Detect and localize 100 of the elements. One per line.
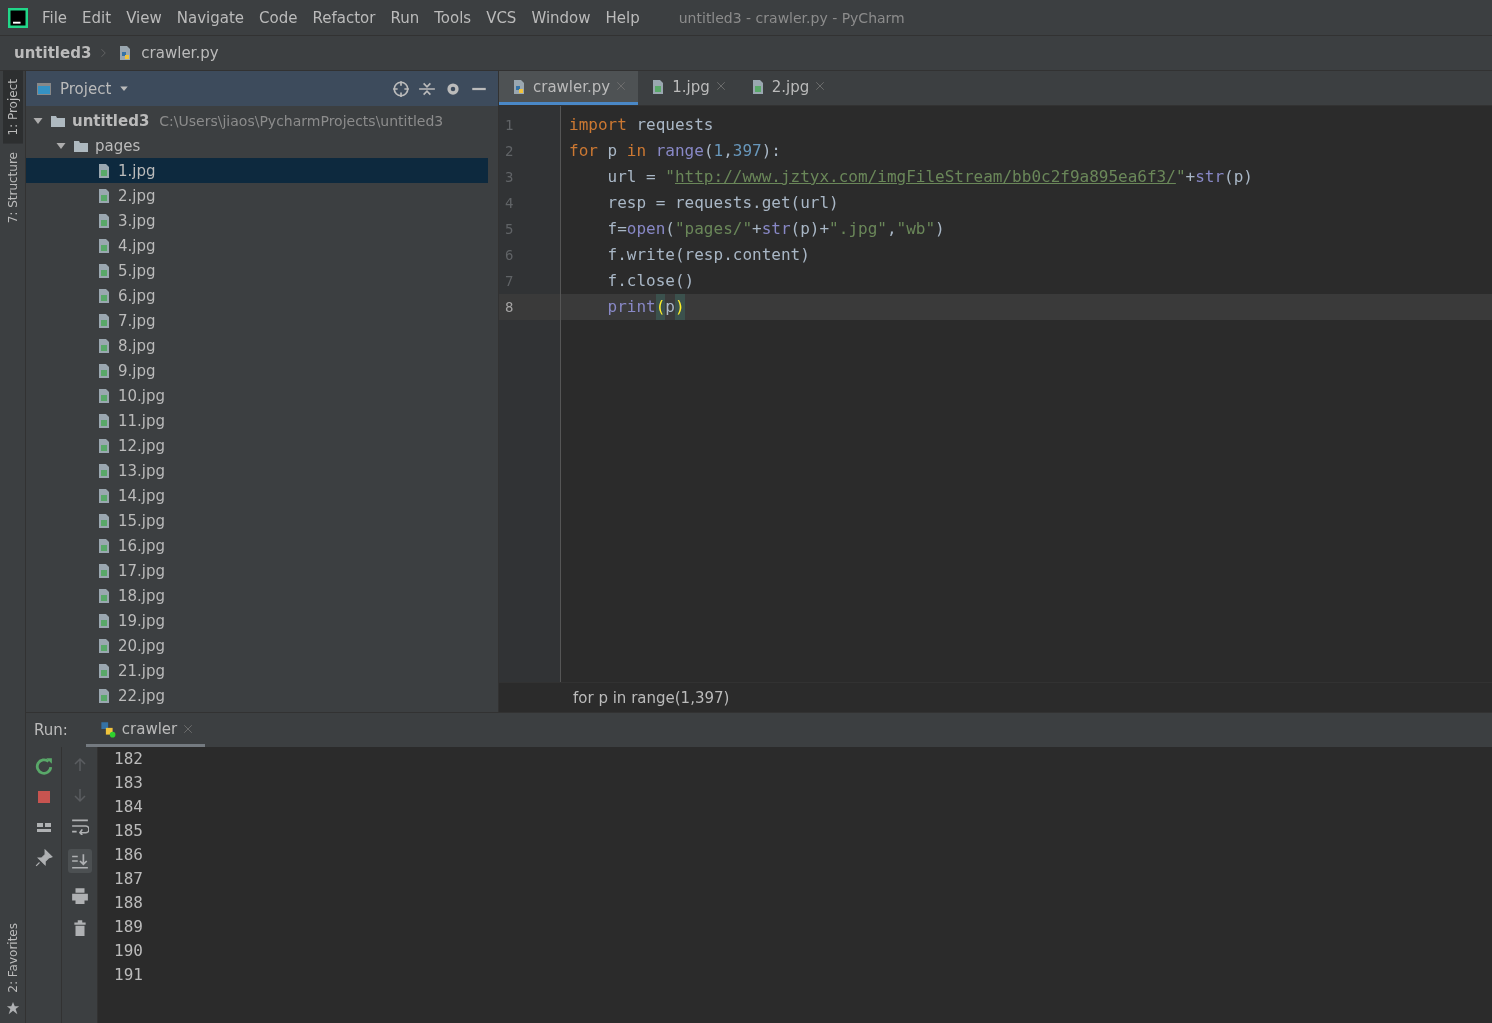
tree-item[interactable]: 15.jpg [26, 508, 488, 533]
console-output-line: 186 [114, 844, 144, 866]
image-file-icon [96, 587, 112, 604]
image-file-icon [96, 687, 112, 704]
editor-tab[interactable]: 1.jpg [638, 71, 738, 105]
python-file-icon [511, 78, 527, 95]
menu-item[interactable]: VCS [486, 8, 517, 27]
tree-item[interactable]: pages [26, 133, 488, 158]
menu-item[interactable]: Refactor [312, 8, 376, 27]
code-line: f.write(resp.content) [606, 244, 811, 266]
panel-title[interactable]: Project [60, 79, 112, 98]
menu-item[interactable]: Navigate [176, 8, 245, 27]
tree-item[interactable]: 16.jpg [26, 533, 488, 558]
soft-wrap-icon[interactable] [70, 817, 89, 835]
image-file-icon [96, 287, 112, 304]
image-file-icon [96, 562, 112, 579]
image-file-icon [96, 262, 112, 279]
tree-item[interactable]: 2.jpg [26, 183, 488, 208]
tree-item[interactable]: 19.jpg [26, 608, 488, 633]
tree-item[interactable]: 12.jpg [26, 433, 488, 458]
tree-item[interactable]: 13.jpg [26, 458, 488, 483]
image-file-icon [96, 637, 112, 654]
tree-item[interactable]: 7.jpg [26, 308, 488, 333]
app-logo-icon [8, 7, 28, 28]
item-name: 4.jpg [118, 236, 156, 255]
print-icon[interactable] [70, 887, 89, 905]
tree-item[interactable]: untitled3 C:\Users\jiaos\PycharmProjects\untitled3 [26, 108, 488, 133]
side-tab[interactable]: 1: Project [2, 71, 23, 144]
tree-item[interactable]: 21.jpg [26, 658, 488, 683]
item-name: 15.jpg [118, 511, 166, 530]
side-tab[interactable]: 7: Structure [2, 143, 23, 231]
close-icon[interactable] [183, 723, 194, 734]
console-output-line: 190 [114, 940, 144, 962]
menu-item[interactable]: File [42, 8, 68, 27]
image-file-icon [96, 537, 112, 554]
item-name: 12.jpg [118, 436, 166, 455]
tree-item[interactable]: 17.jpg [26, 558, 488, 583]
item-name: 3.jpg [118, 211, 156, 230]
image-file-icon [96, 212, 112, 229]
tree-item[interactable]: 8.jpg [26, 333, 488, 358]
tab-label: 1.jpg [672, 77, 710, 96]
item-name: 6.jpg [118, 286, 156, 305]
breadcrumb-item[interactable]: untitled3 [14, 44, 92, 62]
menu-item[interactable]: Tools [434, 8, 472, 27]
menu-item[interactable]: Edit [82, 8, 112, 27]
image-file-icon [96, 162, 112, 179]
console-output-line: 182 [114, 748, 144, 770]
item-name: 10.jpg [118, 386, 166, 405]
code-line: import requests [568, 114, 715, 136]
run-label: Run: [34, 721, 68, 739]
tree-item[interactable]: 5.jpg [26, 258, 488, 283]
console-output-line: 187 [114, 868, 144, 890]
tree-item[interactable]: 14.jpg [26, 483, 488, 508]
code-line: resp = requests.get(url) [606, 192, 840, 214]
console-output-line: 191 [114, 964, 144, 986]
item-name: pages [95, 136, 141, 155]
image-file-icon [96, 362, 112, 379]
image-file-icon [96, 512, 112, 529]
pin-icon[interactable] [34, 849, 53, 867]
scroll-to-end-icon[interactable] [70, 852, 89, 870]
tree-item[interactable]: 10.jpg [26, 383, 488, 408]
tree-item[interactable]: 9.jpg [26, 358, 488, 383]
tree-item[interactable]: 1.jpg [26, 158, 488, 183]
tree-item[interactable]: 11.jpg [26, 408, 488, 433]
tree-item[interactable]: 3.jpg [26, 208, 488, 233]
menu-item[interactable]: Window [531, 8, 591, 27]
code-breadcrumb[interactable]: for p in range(1,397) [499, 682, 1492, 712]
image-file-icon [96, 237, 112, 254]
item-name: 20.jpg [118, 636, 166, 655]
target-icon[interactable] [392, 79, 410, 98]
tab-label: crawler [121, 719, 178, 738]
item-name: 1.jpg [118, 161, 156, 180]
rerun-icon[interactable] [34, 757, 53, 775]
menu-item[interactable]: Run [390, 8, 420, 27]
tree-item[interactable]: 4.jpg [26, 233, 488, 258]
menu-item[interactable]: View [126, 8, 162, 27]
image-file-icon [96, 187, 112, 204]
item-name: 17.jpg [118, 561, 166, 580]
side-tab[interactable]: 2: Favorites [2, 915, 23, 1001]
image-file-icon [96, 387, 112, 404]
tab-label: crawler.py [533, 77, 611, 96]
tree-item[interactable]: 22.jpg [26, 683, 488, 708]
item-name: 5.jpg [118, 261, 156, 280]
image-file-icon [96, 612, 112, 629]
tree-item[interactable]: 6.jpg [26, 283, 488, 308]
item-name: 21.jpg [118, 661, 166, 680]
image-file-icon [96, 487, 112, 504]
editor-tab[interactable]: 2.jpg [737, 71, 838, 105]
stop-icon[interactable] [35, 789, 52, 805]
menu-item[interactable]: Help [605, 8, 640, 27]
console-output-line: 185 [114, 820, 144, 842]
tab-label: 2.jpg [771, 77, 810, 96]
menu-item[interactable]: Code [259, 8, 298, 27]
line-number: 8 [499, 294, 560, 320]
tree-item[interactable]: 18.jpg [26, 583, 488, 608]
item-name: 16.jpg [118, 536, 166, 555]
image-file-icon [96, 462, 112, 479]
breadcrumb-item[interactable]: crawler.py [141, 44, 219, 62]
code-line: f=open("pages/"+str(p)+".jpg","wb") [606, 218, 946, 240]
tree-item[interactable]: 20.jpg [26, 633, 488, 658]
